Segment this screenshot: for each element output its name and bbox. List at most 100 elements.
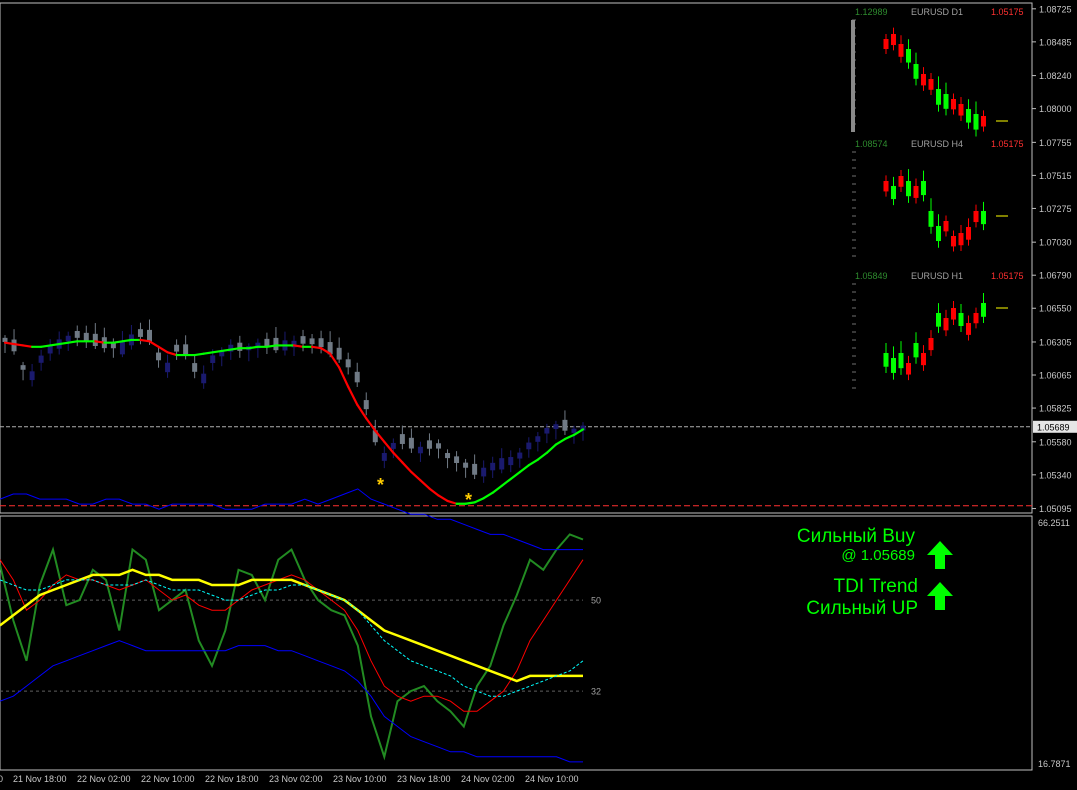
signal-star: *: [465, 490, 472, 510]
mini-candle-body: [973, 211, 979, 223]
candle-body: [544, 428, 550, 434]
candle-body: [408, 437, 414, 449]
mini-candle-body: [943, 94, 949, 109]
price-tick-label: 1.06790: [1039, 271, 1072, 281]
price-tick-label: 1.08240: [1039, 71, 1072, 81]
time-label: 21 Nov 18:00: [13, 774, 67, 784]
mini-candle-body: [921, 74, 926, 86]
mini-candle-body: [936, 226, 941, 242]
mini-candle-body: [883, 39, 889, 49]
candle-body: [38, 355, 44, 363]
tdi-series-line: [0, 488, 583, 551]
mini-candle-body: [973, 313, 979, 324]
moving-average-segment: [527, 458, 539, 467]
candle-body: [399, 434, 405, 444]
mini-candle-body: [913, 343, 919, 358]
mini-candle-body: [913, 186, 919, 198]
moving-average-segment: [166, 351, 178, 357]
candle-body: [156, 352, 162, 361]
moving-average-segment: [500, 477, 512, 487]
moving-average-segment: [229, 347, 241, 351]
mini-charts: 1.12989 EURUSD D1 1.05175 1.08574 EURUSD H4 1…: [851, 7, 1024, 389]
moving-average-segment: [482, 491, 494, 500]
moving-average-segment: [401, 461, 413, 474]
candle-body: [436, 443, 441, 449]
chart-canvas[interactable]: ** 1.12989 EURUSD D1 1.051751.08574 EURUSD …: [0, 0, 1077, 790]
candle-body: [381, 452, 387, 461]
tdi-series-line: [0, 640, 583, 763]
mini-candle-body: [913, 64, 919, 79]
mini-candle-body: [951, 99, 956, 110]
candle-body: [363, 400, 369, 410]
mini-candle-body: [928, 79, 934, 90]
candle-body: [183, 344, 189, 355]
moving-average-segment: [545, 443, 558, 454]
mini-current-label: 1.05175: [991, 271, 1024, 281]
price-tick-label: 1.05340: [1039, 470, 1072, 480]
mini-high-label: 1.05849: [855, 271, 888, 281]
mini-candle-body: [981, 211, 986, 225]
candle-body: [237, 342, 243, 351]
moving-average-segment: [12, 342, 25, 347]
price-tick-label: 1.08000: [1039, 104, 1072, 114]
tdi-series-line: [0, 533, 584, 761]
arrow-up-icon: [927, 541, 953, 569]
candle-body: [119, 341, 125, 355]
time-label: 24 Nov 02:00: [461, 774, 515, 784]
time-axis: 0 21 Nov 18:00 22 Nov 02:00 22 Nov 10:00 22 …: [0, 774, 579, 784]
moving-average-segment: [247, 345, 259, 350]
moving-average-segment: [428, 487, 440, 497]
candle-body: [571, 428, 577, 433]
mini-candle-body: [981, 303, 986, 317]
signal-buy-text: Сильный Buy @ 1.05689: [770, 526, 915, 565]
candle-body: [65, 335, 71, 342]
mini-candle-body: [958, 313, 964, 327]
mini-candle-body: [906, 181, 911, 197]
mini-candle-body: [936, 313, 941, 327]
mini-candle-body: [943, 318, 949, 331]
candle-body: [201, 373, 207, 384]
moving-average-segment: [112, 340, 124, 344]
candle-body: [445, 453, 451, 459]
tdi-series-line: [0, 579, 584, 697]
time-label: 24 Nov 10:00: [525, 774, 579, 784]
tdi-indicator[interactable]: 50 32: [0, 488, 601, 763]
arrow-up-icon: [927, 582, 953, 610]
candle-body: [147, 329, 152, 342]
time-label: 23 Nov 02:00: [269, 774, 323, 784]
moving-average-segment: [410, 470, 422, 482]
candle-body: [417, 446, 423, 454]
main-price-chart[interactable]: **: [0, 319, 1032, 510]
moving-average-segment: [292, 344, 305, 348]
candle-body: [426, 440, 432, 449]
signal-buy-label: Сильный Buy: [796, 526, 915, 547]
mini-candle-body: [928, 338, 934, 351]
mini-high-label: 1.12989: [855, 7, 888, 17]
signal-trend-strength: Сильный UP: [806, 598, 918, 619]
moving-average-segment: [392, 451, 404, 464]
moving-average-segment: [49, 342, 61, 347]
time-label: 22 Nov 02:00: [77, 774, 131, 784]
moving-average-segment: [365, 417, 377, 432]
candle-body: [463, 462, 469, 468]
price-tick-label: 1.06065: [1039, 371, 1072, 381]
moving-average-segment: [58, 341, 70, 346]
mini-candle-body: [921, 181, 926, 196]
candle-body: [192, 363, 198, 372]
candle-body: [273, 337, 279, 351]
mini-current-label: 1.05175: [991, 7, 1024, 17]
time-label: 23 Nov 18:00: [397, 774, 451, 784]
mini-candle-body: [951, 236, 956, 247]
moving-average-segment: [509, 470, 521, 481]
mini-high-label: 1.08574: [855, 139, 888, 149]
moving-average-segment: [446, 499, 458, 505]
candle-body: [83, 332, 89, 342]
price-tick-label: 1.07515: [1039, 171, 1072, 181]
moving-average-segment: [338, 366, 350, 388]
moving-average-segment: [220, 348, 232, 353]
level-label: 50: [591, 596, 601, 606]
moving-average-segment: [518, 464, 530, 474]
mini-candle-body: [891, 34, 896, 46]
moving-average-segment: [94, 340, 106, 344]
price-tick-label: 1.07030: [1039, 238, 1072, 248]
